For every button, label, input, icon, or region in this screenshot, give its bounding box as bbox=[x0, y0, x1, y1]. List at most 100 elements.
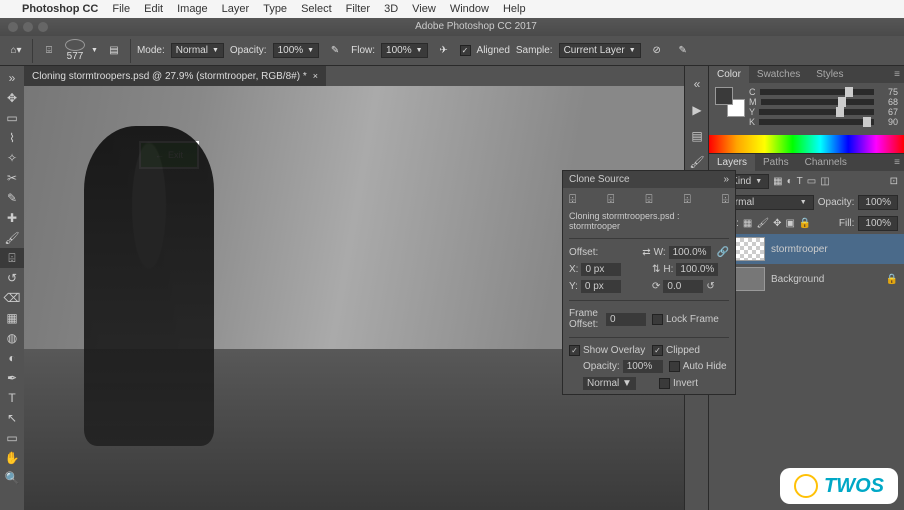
menu-window[interactable]: Window bbox=[450, 3, 489, 15]
pressure-opacity-icon[interactable]: ✎ bbox=[325, 42, 345, 60]
fill-field[interactable]: 100% bbox=[858, 216, 898, 231]
width-field[interactable]: 100.0% bbox=[669, 246, 711, 259]
layer-thumbnail[interactable] bbox=[735, 267, 765, 291]
collapse-panel-icon[interactable]: » bbox=[723, 174, 729, 185]
layer-opacity-field[interactable]: 100% bbox=[858, 195, 898, 210]
dodge-tool-icon[interactable]: ◐ bbox=[0, 348, 24, 368]
filter-type-icon[interactable]: T bbox=[797, 176, 803, 187]
menu-help[interactable]: Help bbox=[503, 3, 526, 15]
brush-preview-icon[interactable] bbox=[65, 39, 85, 51]
toolbar-collapse-icon[interactable]: » bbox=[0, 68, 24, 88]
menu-3d[interactable]: 3D bbox=[384, 3, 398, 15]
panel-menu-icon[interactable]: ≡ bbox=[886, 66, 904, 83]
healing-tool-icon[interactable]: ✚ bbox=[0, 208, 24, 228]
layer-item[interactable]: 👁 stormtrooper bbox=[709, 234, 904, 264]
tab-layers[interactable]: Layers bbox=[709, 154, 755, 171]
lock-transparency-icon[interactable]: ▦ bbox=[743, 218, 752, 229]
menu-filter[interactable]: Filter bbox=[346, 3, 370, 15]
opacity-field[interactable]: 100%▼ bbox=[273, 43, 320, 58]
overlay-mode-dropdown[interactable]: Normal ▼ bbox=[583, 377, 636, 390]
k-slider[interactable]: K 90 bbox=[749, 117, 898, 127]
color-swatch[interactable] bbox=[715, 87, 745, 117]
clone-source-5-icon[interactable]: ⌹ bbox=[722, 192, 729, 207]
y-offset-field[interactable]: 0 px bbox=[581, 280, 621, 293]
y-slider[interactable]: Y 67 bbox=[749, 107, 898, 117]
reset-transform-icon[interactable]: ↺ bbox=[706, 281, 714, 292]
tab-styles[interactable]: Styles bbox=[808, 66, 851, 83]
document-tab[interactable]: Cloning stormtroopers.psd @ 27.9% (storm… bbox=[24, 66, 326, 86]
move-tool-icon[interactable]: ✥ bbox=[0, 88, 24, 108]
pressure-size-icon[interactable]: ✎ bbox=[673, 42, 693, 60]
filter-adjustment-icon[interactable]: ◐ bbox=[787, 176, 793, 187]
app-menu[interactable]: Photoshop CC bbox=[22, 3, 98, 15]
type-tool-icon[interactable]: T bbox=[0, 388, 24, 408]
airbrush-icon[interactable]: ✈ bbox=[434, 42, 454, 60]
marquee-tool-icon[interactable]: ▭ bbox=[0, 108, 24, 128]
lock-all-icon[interactable]: 🔒 bbox=[799, 218, 811, 229]
close-window-icon[interactable] bbox=[8, 22, 18, 32]
overlay-opacity-field[interactable]: 100% bbox=[623, 360, 663, 373]
invert-checkbox[interactable] bbox=[659, 378, 670, 389]
menu-view[interactable]: View bbox=[412, 3, 436, 15]
menu-layer[interactable]: Layer bbox=[222, 3, 250, 15]
clone-stamp-tool-icon[interactable]: ⌹ bbox=[0, 248, 24, 268]
lock-frame-checkbox[interactable] bbox=[652, 314, 663, 325]
close-tab-icon[interactable]: × bbox=[313, 71, 318, 81]
menu-file[interactable]: File bbox=[112, 3, 130, 15]
rotate-icon[interactable]: ⟳ bbox=[652, 281, 660, 292]
eyedropper-tool-icon[interactable]: ✎ bbox=[0, 188, 24, 208]
panel-menu-icon[interactable]: ≡ bbox=[886, 154, 904, 171]
tab-paths[interactable]: Paths bbox=[755, 154, 797, 171]
tab-channels[interactable]: Channels bbox=[797, 154, 855, 171]
actions-panel-icon[interactable]: ▤ bbox=[685, 124, 709, 148]
ignore-adjustment-icon[interactable]: ⊘ bbox=[647, 42, 667, 60]
m-slider[interactable]: M 68 bbox=[749, 97, 898, 107]
brush-panel-icon[interactable]: ▤ bbox=[104, 42, 124, 60]
filter-toggle-icon[interactable]: ⊡ bbox=[890, 176, 898, 187]
layer-thumbnail[interactable] bbox=[735, 237, 765, 261]
aligned-checkbox[interactable]: ✓ bbox=[460, 45, 471, 56]
tab-swatches[interactable]: Swatches bbox=[749, 66, 808, 83]
x-offset-field[interactable]: 0 px bbox=[581, 263, 621, 276]
history-brush-tool-icon[interactable]: ↺ bbox=[0, 268, 24, 288]
c-slider[interactable]: C 75 bbox=[749, 87, 898, 97]
filter-smart-icon[interactable]: ◫ bbox=[820, 176, 829, 187]
expand-strip-icon[interactable]: « bbox=[685, 72, 709, 96]
blend-mode-dropdown[interactable]: Normal▼ bbox=[171, 43, 224, 58]
lasso-tool-icon[interactable]: ⌇ bbox=[0, 128, 24, 148]
foreground-color-icon[interactable] bbox=[715, 87, 733, 105]
blur-tool-icon[interactable]: ◍ bbox=[0, 328, 24, 348]
flip-v-icon[interactable]: ⇅ bbox=[652, 264, 660, 275]
clone-stamp-tool-icon[interactable]: ⌹ bbox=[39, 42, 59, 60]
menu-type[interactable]: Type bbox=[263, 3, 287, 15]
show-overlay-checkbox[interactable]: ✓ bbox=[569, 345, 580, 356]
clone-source-3-icon[interactable]: ⌹ bbox=[645, 192, 652, 207]
clone-source-panel[interactable]: Clone Source » ⌹ ⌹ ⌹ ⌹ ⌹ Cloning stormtr… bbox=[562, 170, 736, 395]
crop-tool-icon[interactable]: ✂ bbox=[0, 168, 24, 188]
pen-tool-icon[interactable]: ✒ bbox=[0, 368, 24, 388]
clone-source-1-icon[interactable]: ⌹ bbox=[569, 192, 576, 207]
menu-edit[interactable]: Edit bbox=[144, 3, 163, 15]
shape-tool-icon[interactable]: ▭ bbox=[0, 428, 24, 448]
clone-source-2-icon[interactable]: ⌹ bbox=[607, 192, 614, 207]
home-icon[interactable]: ⌂▾ bbox=[6, 42, 26, 60]
filter-pixel-icon[interactable]: ▦ bbox=[773, 176, 782, 187]
lock-pixels-icon[interactable]: 🖌 bbox=[756, 218, 769, 229]
filter-shape-icon[interactable]: ▭ bbox=[807, 176, 816, 187]
menu-image[interactable]: Image bbox=[177, 3, 208, 15]
menu-select[interactable]: Select bbox=[301, 3, 332, 15]
rotation-field[interactable]: 0.0 bbox=[663, 280, 703, 293]
gradient-tool-icon[interactable]: ▦ bbox=[0, 308, 24, 328]
layer-item[interactable]: 👁 Background 🔒 bbox=[709, 264, 904, 294]
height-field[interactable]: 100.0% bbox=[676, 263, 718, 276]
flip-h-icon[interactable]: ⇄ bbox=[642, 247, 650, 258]
zoom-tool-icon[interactable]: 🔍 bbox=[0, 468, 24, 488]
auto-hide-checkbox[interactable] bbox=[669, 361, 680, 372]
frame-offset-field[interactable]: 0 bbox=[606, 313, 646, 326]
link-icon[interactable]: 🔗 bbox=[717, 247, 729, 258]
clipped-checkbox[interactable]: ✓ bbox=[652, 345, 663, 356]
path-select-tool-icon[interactable]: ↖ bbox=[0, 408, 24, 428]
hand-tool-icon[interactable]: ✋ bbox=[0, 448, 24, 468]
eraser-tool-icon[interactable]: ⌫ bbox=[0, 288, 24, 308]
color-spectrum[interactable] bbox=[709, 135, 904, 153]
